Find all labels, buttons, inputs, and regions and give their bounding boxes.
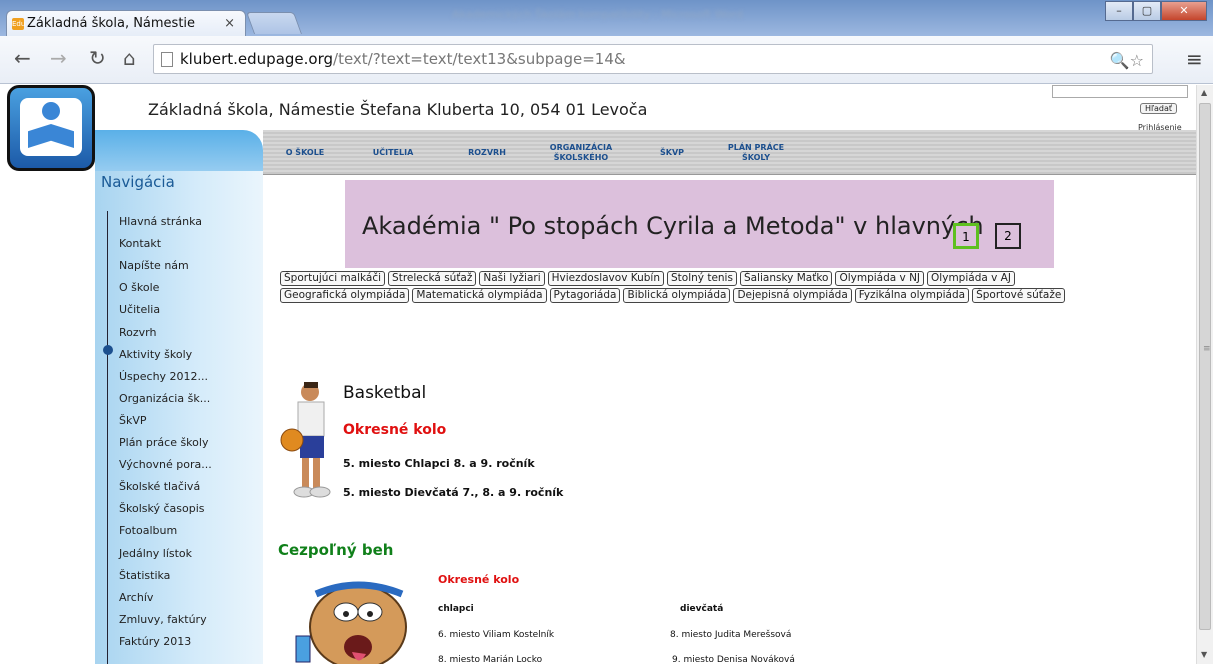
boys-column-header: chlapci (438, 604, 474, 614)
sidebar-divider (107, 211, 108, 664)
sidebar-item[interactable]: Zmluvy, faktúry (119, 613, 207, 626)
search-button[interactable]: Hľadať (1140, 103, 1178, 114)
category-tag[interactable]: Športové súťaže (972, 288, 1066, 303)
minimize-icon[interactable]: – (1105, 1, 1133, 21)
url-path: /text/?text=text/text13&subpage=14& (333, 50, 626, 68)
book-icon (28, 124, 74, 148)
sidebar-item[interactable]: Napíšte nám (119, 259, 189, 272)
category-tag[interactable]: Dejepisná olympiáda (733, 288, 852, 303)
category-tag[interactable]: Pytagoriáda (549, 288, 621, 303)
basketball-title: Basketbal (343, 383, 427, 403)
sidebar-item[interactable]: Aktivity školy (119, 348, 192, 361)
zoom-star-icons[interactable]: 🔍☆ (1110, 51, 1144, 70)
scroll-down-arrow-icon[interactable]: ▼ (1201, 650, 1207, 659)
browser-menu-icon[interactable]: ≡ (1186, 47, 1203, 71)
category-tag[interactable]: Strelecká súťaž (388, 271, 477, 286)
address-bar[interactable]: klubert.edupage.org/text/?text=text/text… (153, 44, 1153, 74)
scrollbar-thumb[interactable]: ≡ (1199, 103, 1211, 630)
category-tag[interactable]: Šaliansky Maťko (739, 271, 833, 286)
browser-tab[interactable]: Edu Základná škola, Námestie × (6, 10, 246, 36)
banner-title: Akadémia " Po stopách Cyrila a Metoda" v… (362, 212, 984, 240)
category-tag[interactable]: Olympiáda v NJ (835, 271, 925, 286)
active-nav-dot-icon (103, 345, 113, 355)
scroll-up-arrow-icon[interactable]: ▲ (1201, 88, 1207, 97)
banner-page-1[interactable]: 1 (953, 223, 979, 249)
girls-result-2: 9. miesto Denisa Nováková (672, 655, 795, 664)
sidebar-item[interactable]: Hlavná stránka (119, 215, 202, 228)
window-controls: – ▢ ✕ (1105, 1, 1207, 21)
category-tag[interactable]: Stolný tenis (667, 271, 737, 286)
girls-result-1: 8. miesto Judita Merešsová (670, 630, 792, 640)
category-tag[interactable]: Športujúci malkáči (280, 271, 386, 286)
basketball-result-1: 5. miesto Chlapci 8. a 9. ročník (343, 457, 535, 470)
sidebar-item[interactable]: Kontakt (119, 237, 161, 250)
banner: Akadémia " Po stopách Cyrila a Metoda" v… (345, 180, 1054, 268)
school-title: Základná škola, Námestie Štefana Klubert… (148, 100, 648, 119)
sidebar-item[interactable]: Školské tlačivá (119, 480, 200, 493)
category-tags: Športujúci malkáči Strelecká súťaž Naši ly… (280, 270, 1070, 304)
category-tag[interactable]: Biblická olympiáda (623, 288, 731, 303)
url-host: klubert.edupage.org (180, 50, 334, 68)
site-search-input[interactable] (1052, 85, 1188, 98)
boys-result-2: 8. miesto Marián Locko (438, 655, 543, 664)
reader-head-icon (42, 102, 60, 120)
sidebar-item[interactable]: Učitelia (119, 303, 160, 316)
back-arrow-icon[interactable]: ← (14, 46, 31, 70)
sidebar-item[interactable]: Štatistika (119, 569, 170, 582)
new-tab-button[interactable] (245, 12, 303, 34)
sidebar-title: Navigácia (101, 173, 175, 191)
tab-title: Základná škola, Námestie (27, 16, 196, 31)
sidebar-item[interactable]: Faktúry 2013 (119, 635, 191, 648)
menu-rozvrh[interactable]: ROZVRH (459, 130, 515, 175)
girls-column-header: dievčatá (680, 604, 724, 614)
sidebar: Navigácia Hlavná stránka Kontakt Napíšte n… (95, 171, 263, 664)
forward-arrow-icon[interactable]: → (50, 46, 67, 70)
browser-toolbar: ← → ↻ ⌂ klubert.edupage.org/text/?text=t… (0, 36, 1213, 84)
boys-result-1: 6. miesto Viliam Kostelník (438, 630, 555, 640)
crosscountry-round: Okresné kolo (438, 573, 520, 586)
menu-o-skole[interactable]: O ŠKOLE (275, 130, 335, 175)
category-tag[interactable]: Geografická olympiáda (280, 288, 410, 303)
basketball-player-image (278, 380, 336, 502)
basketball-round: Okresné kolo (343, 422, 447, 438)
category-tag[interactable]: Fyzikálna olympiáda (854, 288, 970, 303)
menu-plan-prace[interactable]: PLÁN PRÁCE ŠKOLY (725, 130, 787, 175)
banner-page-2[interactable]: 2 (995, 223, 1021, 249)
sidebar-item[interactable]: Fotoalbum (119, 524, 177, 537)
category-tag[interactable]: Olympiáda v AJ (927, 271, 1015, 286)
sidebar-item[interactable]: Archív (119, 591, 153, 604)
tab-close-icon[interactable]: × (224, 16, 235, 31)
home-icon[interactable]: ⌂ (123, 46, 136, 70)
sidebar-item[interactable]: Organizácia šk... (119, 392, 210, 405)
edupage-favicon-icon: Edu (12, 18, 26, 30)
page-scrollbar[interactable]: ▲ ≡ ▼ (1196, 85, 1213, 664)
basketball-result-2: 5. miesto Dievčatá 7., 8. a 9. ročník (343, 486, 564, 499)
sidebar-item[interactable]: Plán práce školy (119, 436, 208, 449)
sidebar-item[interactable]: Školský časopis (119, 502, 204, 515)
sidebar-item[interactable]: ŠkVP (119, 414, 147, 427)
edupage-logo[interactable] (7, 85, 95, 171)
sidebar-item[interactable]: Jedálny lístok (119, 547, 192, 560)
close-window-icon[interactable]: ✕ (1161, 1, 1207, 21)
category-tag[interactable]: Matematická olympiáda (412, 288, 547, 303)
sidebar-item[interactable]: Rozvrh (119, 326, 156, 339)
menu-ucitelia[interactable]: UČITELIA (363, 130, 423, 175)
sidebar-item[interactable]: Výchovné pora... (119, 458, 212, 471)
page-viewport: Základná škola, Námestie Štefana Klubert… (0, 85, 1196, 664)
sidebar-item[interactable]: Úspechy 2012... (119, 370, 208, 383)
category-tag[interactable]: Naši lyžiari (479, 271, 545, 286)
page-icon (161, 52, 173, 67)
browser-titlebar: Edu Základná škola, Námestie × Akademick… (0, 0, 1213, 36)
maximize-icon[interactable]: ▢ (1133, 1, 1161, 21)
sidebar-item[interactable]: O škole (119, 281, 159, 294)
background-window-title: Akademických Školám kompatibility - Micr… (452, 8, 743, 21)
category-tag[interactable]: Hviezdoslavov Kubín (547, 271, 664, 286)
menu-organizacia[interactable]: ORGANIZÁCIA ŠKOLSKÉHO (541, 130, 621, 175)
reload-icon[interactable]: ↻ (89, 46, 106, 70)
crosscountry-title: Cezpoľný beh (278, 541, 394, 559)
runner-cartoon-image (278, 572, 434, 664)
menu-skvp[interactable]: ŠKVP (651, 130, 693, 175)
top-menu: O ŠKOLE UČITELIA ROZVRH ORGANIZÁCIA ŠKOL… (263, 130, 1196, 175)
